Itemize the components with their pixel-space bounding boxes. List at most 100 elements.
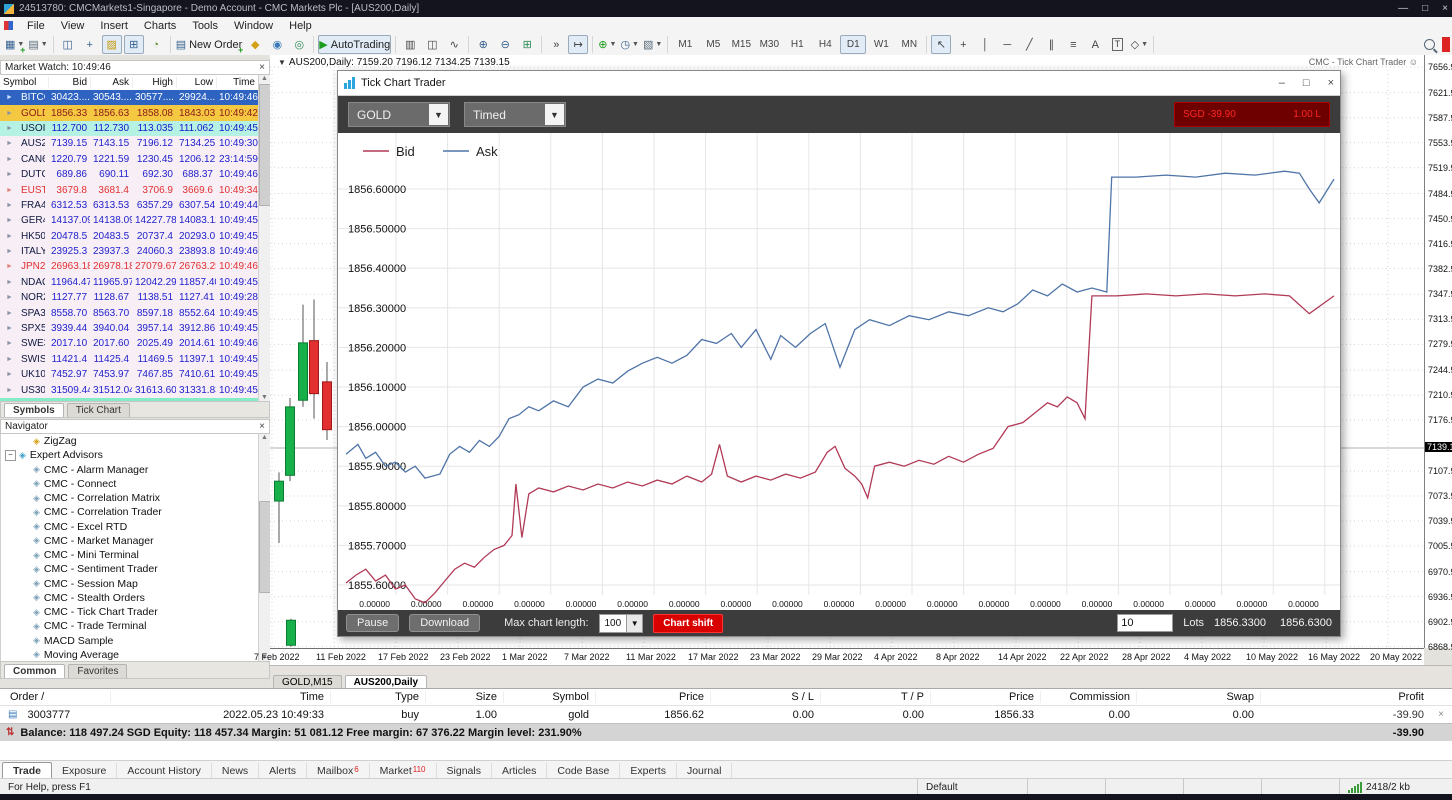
chart-shift-button[interactable]: Chart shift	[653, 614, 723, 633]
terminal-tab-code-base[interactable]: Code Base	[547, 763, 620, 779]
mode-select[interactable]: Timed▼	[464, 102, 566, 127]
terminal-tab-signals[interactable]: Signals	[437, 763, 492, 779]
market-watch-close-icon[interactable]: ×	[259, 62, 265, 73]
market-watch-row[interactable]: ►GER4014137.0914138.0914227.7814083.1210…	[0, 213, 258, 228]
auto-scroll-button[interactable]: »	[546, 35, 566, 54]
navigator-tab-common[interactable]: Common	[4, 664, 65, 678]
crosshair-tool[interactable]: +	[953, 35, 973, 54]
new-order-button[interactable]: ▤+New Order	[175, 35, 244, 54]
tile-windows-button[interactable]: ⊞	[517, 35, 537, 54]
market-watch-row[interactable]: ►NOR251127.771128.671138.511127.4110:49:…	[0, 290, 258, 305]
menu-view[interactable]: View	[53, 19, 93, 33]
market-watch-row[interactable]: ►UK1007452.977453.977467.857410.6110:49:…	[0, 367, 258, 382]
trendline-tool[interactable]: ╱	[1019, 35, 1039, 54]
tick-maximize-button[interactable]: □	[1303, 77, 1310, 89]
navigator-item-cmc-session-map[interactable]: ◈CMC - Session Map	[1, 577, 258, 591]
market-watch-row[interactable]: ►JPN22526963.1826978.1827079.6726763.251…	[0, 259, 258, 274]
market-watch-row[interactable]: ►BITCOIN30423....30543....30577....29924…	[0, 90, 258, 105]
templates-dropdown[interactable]: ▧▼	[642, 35, 663, 54]
navigator-item-cmc-sentiment-trader[interactable]: ◈CMC - Sentiment Trader	[1, 562, 258, 576]
timeframe-m5[interactable]: M5	[700, 35, 726, 54]
scroll-up-icon[interactable]: ▲	[261, 434, 268, 441]
download-button[interactable]: Download	[409, 614, 480, 632]
market-watch-tab-symbols[interactable]: Symbols	[4, 403, 64, 417]
timeframe-d1[interactable]: D1	[840, 35, 866, 54]
market-watch-row[interactable]: ►ITALY4023925.323937.324060.323893.810:4…	[0, 244, 258, 259]
new-chart-button[interactable]: ▦+▼	[4, 35, 25, 54]
terminal-tab-alerts[interactable]: Alerts	[259, 763, 307, 779]
status-profile[interactable]: Default	[918, 779, 1028, 795]
menu-file[interactable]: File	[19, 19, 53, 33]
close-position-button[interactable]: SGD -39.90 1.00 L	[1174, 102, 1330, 127]
timeframe-m30[interactable]: M30	[756, 35, 782, 54]
market-watch-row[interactable]: ►FRA406312.536313.536357.296307.5410:49:…	[0, 198, 258, 213]
navigator-item-moving-average[interactable]: ◈Moving Average	[1, 648, 258, 661]
menu-insert[interactable]: Insert	[92, 19, 136, 33]
chart-line-button[interactable]: ∿	[444, 35, 464, 54]
chart-tab-gold-m15[interactable]: GOLD,M15	[273, 675, 342, 689]
navigator-item-cmc-correlation-trader[interactable]: ◈CMC - Correlation Trader	[1, 505, 258, 519]
timeframe-m1[interactable]: M1	[672, 35, 698, 54]
timeframe-h1[interactable]: H1	[784, 35, 810, 54]
collapse-triangle-icon[interactable]: ▼	[278, 58, 286, 67]
navigator-item-cmc-market-manager[interactable]: ◈CMC - Market Manager	[1, 534, 258, 548]
chart-tab-aus200-daily[interactable]: AUS200,Daily	[345, 675, 427, 689]
search-icon[interactable]	[1419, 35, 1439, 54]
market-watch-row[interactable]: ►GOLD1856.331856.631858.081843.0310:49:4…	[0, 105, 258, 120]
symbol-select[interactable]: GOLD▼	[348, 102, 450, 127]
market-watch-toggle[interactable]: ◫	[58, 35, 78, 54]
menu-help[interactable]: Help	[281, 19, 320, 33]
scroll-up-icon[interactable]: ▲	[261, 75, 268, 82]
market-watch-row[interactable]: ►SPX5003939.443940.043957.143912.8610:49…	[0, 321, 258, 336]
menu-tools[interactable]: Tools	[184, 19, 226, 33]
navigator-close-icon[interactable]: ×	[259, 421, 265, 432]
terminal-toggle[interactable]: ⊞	[124, 35, 144, 54]
tick-minimize-button[interactable]: –	[1279, 77, 1285, 89]
alert-icon[interactable]	[1442, 37, 1450, 52]
zoom-in-button[interactable]: ⊕	[473, 35, 493, 54]
timeframe-m15[interactable]: M15	[728, 35, 754, 54]
chart-candles-button[interactable]: ◫	[422, 35, 442, 54]
navigator-item-expert-advisors[interactable]: −◈Expert Advisors	[1, 448, 258, 462]
navigator-item-cmc-excel-rtd[interactable]: ◈CMC - Excel RTD	[1, 520, 258, 534]
terminal-tab-trade[interactable]: Trade	[2, 762, 52, 779]
market-watch-row[interactable]: ►US3031509.4431512.0431613.6031331.8310:…	[0, 382, 258, 397]
navigator-scrollbar[interactable]: ▲ ▼	[258, 434, 270, 661]
maximize-button[interactable]: □	[1422, 3, 1428, 14]
periods-dropdown[interactable]: ◷▼	[619, 35, 640, 54]
community-button[interactable]: ◉	[267, 35, 287, 54]
pause-button[interactable]: Pause	[346, 614, 399, 632]
market-watch-tab-tick-chart[interactable]: Tick Chart	[67, 403, 130, 417]
profiles-button[interactable]: ▤▼	[27, 35, 48, 54]
minimize-button[interactable]: —	[1398, 3, 1408, 14]
tick-chart-plot[interactable]: 1856.600001856.500001856.400001856.30000…	[338, 133, 1340, 613]
vline-tool[interactable]: │	[975, 35, 995, 54]
navigator-item-zigzag[interactable]: ◈ZigZag	[1, 434, 258, 448]
market-watch-row[interactable]: ►EUSTX503679.83681.43706.93669.610:49:34	[0, 182, 258, 197]
data-window-toggle[interactable]: +	[80, 35, 100, 54]
cursor-tool[interactable]: ↖	[931, 35, 951, 54]
hline-tool[interactable]: ─	[997, 35, 1017, 54]
terminal-tab-account-history[interactable]: Account History	[117, 763, 212, 779]
market-watch-row[interactable]: ►HK5020478.520483.520737.420293.010:49:4…	[0, 229, 258, 244]
open-order-row[interactable]: ▤30037772022.05.23 10:49:33buy1.00gold18…	[0, 706, 1452, 723]
navigator-toggle[interactable]: ▨	[102, 35, 122, 54]
scroll-down-icon[interactable]: ▼	[261, 394, 268, 401]
metaeditor-button[interactable]: ◆	[245, 35, 265, 54]
terminal-tab-news[interactable]: News	[212, 763, 259, 779]
market-watch-row[interactable]: ►SWISS2011421.411425.411469.511397.110:4…	[0, 352, 258, 367]
menu-charts[interactable]: Charts	[136, 19, 184, 33]
navigator-item-cmc-correlation-matrix[interactable]: ◈CMC - Correlation Matrix	[1, 491, 258, 505]
close-button[interactable]: ×	[1442, 3, 1448, 14]
navigator-item-cmc-stealth-orders[interactable]: ◈CMC - Stealth Orders	[1, 591, 258, 605]
terminal-tab-articles[interactable]: Articles	[492, 763, 547, 779]
max-chart-length-select[interactable]: 100 ▼	[599, 614, 644, 633]
market-watch-row[interactable]: ►NDAQ10011964.4711965.9712042.2911857.40…	[0, 275, 258, 290]
terminal-tab-exposure[interactable]: Exposure	[52, 763, 117, 779]
timeframe-h4[interactable]: H4	[812, 35, 838, 54]
lots-input[interactable]	[1117, 614, 1173, 632]
strategy-tester-toggle[interactable]: ◔	[146, 35, 166, 54]
navigator-item-cmc-alarm-manager[interactable]: ◈CMC - Alarm Manager	[1, 463, 258, 477]
shapes-dropdown[interactable]: ◇▼	[1129, 35, 1149, 54]
market-globe-button[interactable]: ◎	[289, 35, 309, 54]
